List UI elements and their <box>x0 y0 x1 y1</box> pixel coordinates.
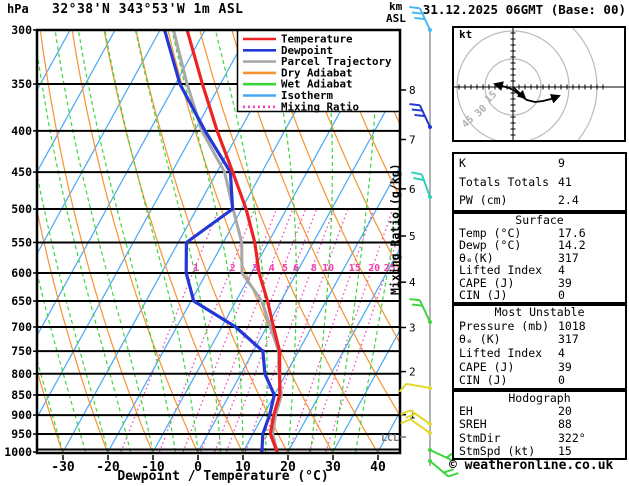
svg-text:3: 3 <box>252 263 258 274</box>
svg-text:550: 550 <box>11 235 32 249</box>
svg-text:500: 500 <box>11 202 32 216</box>
table-row: Lifted Index 4 <box>454 346 625 361</box>
svg-text:5: 5 <box>282 263 288 274</box>
row-label: EH <box>459 404 473 419</box>
row-value: 15 <box>558 443 572 458</box>
table-row: K9 <box>454 154 625 173</box>
svg-text:650: 650 <box>11 294 32 308</box>
datetime-label: 31.12.2025 06GMT (Base: 00) <box>422 2 626 17</box>
table-row: StmSpd (kt) 15 <box>454 443 625 458</box>
svg-text:950: 950 <box>11 427 32 441</box>
svg-text:8: 8 <box>311 263 317 274</box>
svg-text:600: 600 <box>11 266 32 280</box>
row-value: 2.4 <box>558 193 579 208</box>
table-row: Pressure (mb) 1018 <box>454 318 625 334</box>
mixing-ratio-axis-label: Mixing Ratio (g/kg) <box>388 163 402 295</box>
svg-text:2: 2 <box>409 366 416 379</box>
svg-text:1000: 1000 <box>4 445 32 459</box>
page-title: 32°38'N 343°53'W 1m ASL <box>52 2 244 17</box>
hodograph: 153045kt <box>452 26 626 142</box>
table-row: CIN (J) 0 <box>454 289 625 302</box>
svg-text:4: 4 <box>269 263 275 274</box>
table-title: Hodograph <box>508 391 571 405</box>
wind-barb <box>409 103 432 129</box>
lcl-label: LCL <box>381 433 399 444</box>
row-value: 1018 <box>558 318 586 333</box>
table-most-unstable: Most Unstable Pressure (mb) 1018 θₑ (K) 317 L… <box>452 304 627 390</box>
row-label: CIN (J) <box>459 373 508 388</box>
svg-text:6: 6 <box>293 263 299 274</box>
hodograph-unit-label: kt <box>459 28 472 41</box>
svg-text:900: 900 <box>11 408 32 422</box>
svg-text:4: 4 <box>409 276 416 289</box>
row-label: CIN (J) <box>459 288 508 303</box>
row-value: 4 <box>558 346 565 361</box>
table-row: CIN (J) 0 <box>454 374 625 388</box>
svg-text:15: 15 <box>349 263 361 274</box>
wind-barb <box>398 382 432 393</box>
svg-text:7: 7 <box>409 133 416 146</box>
table-row: Totals Totals 41 <box>454 173 625 192</box>
x-axis-label: Dewpoint / Temperature (°C) <box>117 469 329 484</box>
table-title: Most Unstable <box>494 305 585 319</box>
row-value: 41 <box>558 174 572 189</box>
svg-text:700: 700 <box>11 320 32 334</box>
row-label: StmSpd (kt) <box>459 443 536 458</box>
svg-text:350: 350 <box>11 77 32 91</box>
svg-text:5: 5 <box>409 230 416 243</box>
svg-text:300: 300 <box>11 23 32 37</box>
row-value: 0 <box>558 373 565 388</box>
table-hodograph: Hodograph EH 20 SREH 88 StmDir 322° StmSpd (kt)… <box>452 390 627 460</box>
row-label: Totals Totals <box>459 174 550 189</box>
asl-axis-unit: ASL <box>386 12 406 25</box>
svg-text:2: 2 <box>230 263 236 274</box>
row-value: 88 <box>558 417 572 432</box>
skewt-chart-page: 1 2 3 4 5 6 8 10 15 20 25 300 350 400 450 500 550 600 650 7… <box>0 0 629 486</box>
table-row: CAPE (J) 39 <box>454 359 625 375</box>
svg-text:20: 20 <box>368 263 380 274</box>
row-label: StmDir <box>459 430 501 445</box>
row-label: Lifted Index <box>459 346 543 361</box>
row-label: CAPE (J) <box>459 359 515 374</box>
row-value: 39 <box>558 359 572 374</box>
svg-text:1: 1 <box>193 263 199 274</box>
svg-text:400: 400 <box>11 124 32 138</box>
svg-text:6: 6 <box>409 183 416 196</box>
pressure-axis-unit: hPa <box>7 2 29 16</box>
svg-text:450: 450 <box>11 165 32 179</box>
row-value: 0 <box>558 288 565 303</box>
svg-text:10: 10 <box>322 263 334 274</box>
row-label: SREH <box>459 417 487 432</box>
table-surface: Surface Temp (°C) 17.6 Dewp (°C) 14.2 θₑ(K) 31… <box>452 212 627 304</box>
svg-text:850: 850 <box>11 388 32 402</box>
wind-barb <box>400 409 432 426</box>
svg-text:3: 3 <box>409 321 416 334</box>
legend-label: Mixing Ratio <box>281 100 359 113</box>
table-row: PW (cm) 2.4 <box>454 191 625 210</box>
svg-text:800: 800 <box>11 367 32 381</box>
row-value: 322° <box>558 430 586 445</box>
svg-text:8: 8 <box>409 84 416 97</box>
row-value: 4 <box>558 263 565 278</box>
row-label: Pressure (mb) <box>459 318 550 333</box>
legend: TemperatureDewpointParcel TrajectoryDry … <box>236 29 401 113</box>
row-value: 14.2 <box>558 238 586 253</box>
row-label: K <box>459 156 466 170</box>
row-label: θₑ (K) <box>459 332 501 347</box>
copyright-label: © weatheronline.co.uk <box>449 458 614 473</box>
svg-text:750: 750 <box>11 344 32 358</box>
row-value: 317 <box>558 332 579 347</box>
table-row: θₑ (K) 317 <box>454 333 625 347</box>
table-indices: K 9 Totals Totals 41 PW (cm) 2.4 <box>452 152 627 212</box>
row-label: PW (cm) <box>459 193 508 208</box>
pressure-tick-labels: 300 350 400 450 500 550 600 650 700 750 800 850 900 9… <box>4 23 37 459</box>
row-value: 9 <box>558 156 565 170</box>
